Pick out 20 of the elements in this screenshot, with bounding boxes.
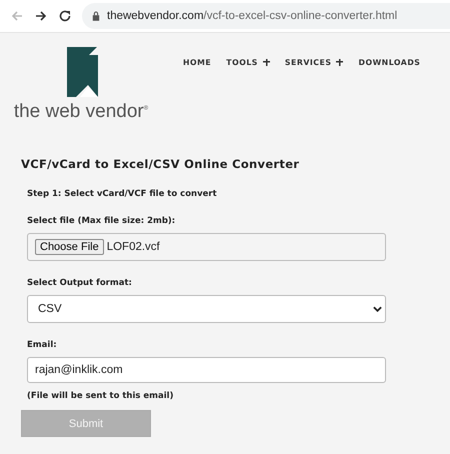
plus-icon xyxy=(262,58,270,66)
email-note: (File will be sent to this email) xyxy=(27,391,174,401)
url-text: thewebvendor.com/vcf-to-excel-csv-online-converter.html xyxy=(107,10,398,22)
format-select[interactable]: CSV xyxy=(27,295,386,323)
forward-icon[interactable] xyxy=(34,9,48,23)
page-title: VCF/vCard to Excel/CSV Online Converter xyxy=(21,157,300,171)
file-name: LOF02.vcf xyxy=(106,241,160,253)
field-label: Select Output format: xyxy=(27,278,133,288)
address-bar[interactable]: thewebvendor.com/vcf-to-excel-csv-online-converter.html xyxy=(82,3,450,29)
choose-file-button[interactable]: Choose File xyxy=(35,239,104,255)
logo-text: the web vendor$^{®}$ xyxy=(14,101,148,123)
step-heading: Step 1: Select vCard/VCF file to convert xyxy=(27,189,218,199)
chevron-icon xyxy=(373,306,382,312)
plus-icon xyxy=(336,58,344,66)
file-input[interactable]: Choose File LOF02.vcf xyxy=(27,233,386,261)
email-field[interactable]: rajan@inklik.com xyxy=(27,357,386,383)
field-label: Email: xyxy=(27,340,58,350)
lock-icon xyxy=(92,11,100,21)
reload-icon[interactable] xyxy=(58,9,72,23)
field-label: Select file (Max file size: 2mb): xyxy=(27,216,176,226)
